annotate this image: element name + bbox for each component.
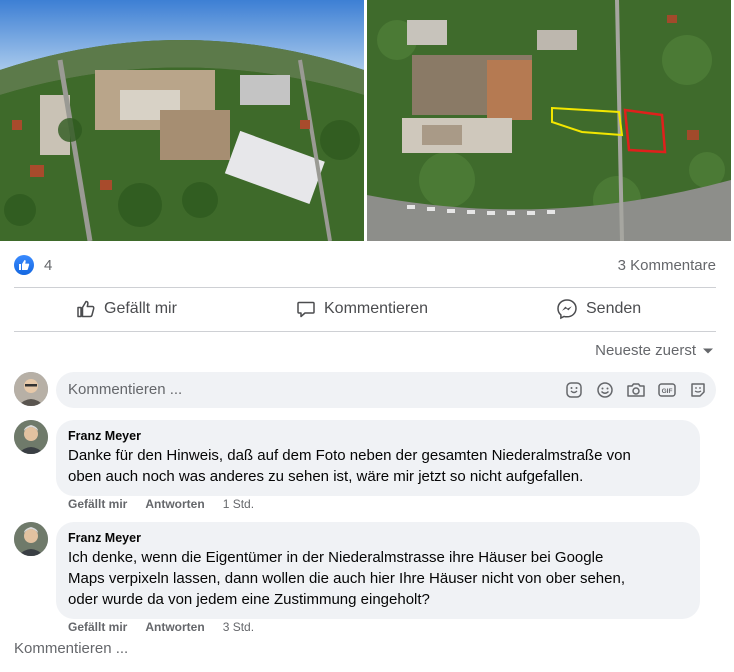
caret-down-icon <box>703 348 713 353</box>
divider <box>14 331 716 332</box>
comment-reply-link[interactable]: Antworten <box>145 497 204 511</box>
divider <box>14 287 716 288</box>
messenger-icon <box>557 299 577 320</box>
like-button[interactable]: Gefällt mir <box>76 293 177 325</box>
user-avatar-icon <box>14 420 48 454</box>
thumbs-up-icon <box>77 300 95 318</box>
comment-bubble: Franz Meyer Ich denke, wenn die Eigentüm… <box>56 522 700 619</box>
comment-meta: Gefällt mir Antworten 1 Std. <box>68 497 254 511</box>
avatar-sticker-icon[interactable] <box>686 378 710 402</box>
comment-sort-dropdown[interactable]: Neueste zuerst <box>595 342 714 359</box>
camera-icon[interactable] <box>624 378 648 402</box>
aerial-photo-panorama-image <box>0 0 364 241</box>
comment-bubble: Franz Meyer Danke für den Hinweis, daß a… <box>56 420 700 496</box>
comment-author-name[interactable]: Franz Meyer <box>68 530 688 546</box>
send-button[interactable]: Senden <box>556 293 641 325</box>
comment-text: Ich denke, wenn die Eigentümer in der Ni… <box>68 547 688 610</box>
comment-text-line: oben auch noch was anderes zu sehen ist,… <box>68 468 584 485</box>
user-avatar-icon <box>14 522 48 556</box>
comment-author-name[interactable]: Franz Meyer <box>68 428 688 444</box>
write-comment-link[interactable]: Kommentieren ... <box>14 640 128 657</box>
sticker-icon[interactable] <box>562 378 586 402</box>
comment-text: Danke für den Hinweis, daß auf dem Foto … <box>68 445 688 487</box>
comment-count[interactable]: 3 Kommentare <box>618 257 716 274</box>
post-photos <box>0 0 734 241</box>
svg-text:GIF: GIF <box>662 388 673 395</box>
comment-meta: Gefällt mir Antworten 3 Std. <box>68 620 254 634</box>
comment-text-line: Danke für den Hinweis, daß auf dem Foto … <box>68 447 631 464</box>
comment-text-line: oder wurde da von jedem eine Zustimmung … <box>68 591 430 608</box>
comment-input-placeholder: Kommentieren ... <box>68 381 183 398</box>
comment-text-line: Maps verpixeln lassen, dann wollen die a… <box>68 570 625 587</box>
emoji-icon[interactable] <box>593 378 617 402</box>
comment-composer: Kommentieren ... GIF <box>14 372 716 408</box>
comment-button[interactable]: Kommentieren <box>296 293 428 325</box>
user-avatar-icon <box>14 372 48 406</box>
current-user-avatar[interactable] <box>14 372 48 406</box>
composer-icons: GIF <box>562 378 710 402</box>
like-button-label: Gefällt mir <box>104 300 177 317</box>
comment-like-link[interactable]: Gefällt mir <box>68 620 127 634</box>
reaction-count[interactable]: 4 <box>44 257 52 274</box>
gif-icon[interactable]: GIF <box>655 378 679 402</box>
aerial-photo-panorama[interactable] <box>0 0 364 241</box>
like-reaction-icon[interactable] <box>14 255 34 275</box>
comment-text-line: Ich denke, wenn die Eigentümer in der Ni… <box>68 549 604 566</box>
send-button-label: Senden <box>586 300 642 317</box>
comment-timestamp[interactable]: 3 Std. <box>223 620 254 634</box>
comment-author-avatar[interactable] <box>14 420 48 454</box>
comment-input[interactable]: Kommentieren ... GIF <box>56 372 716 408</box>
action-bar: Gefällt mir Kommentieren Senden <box>14 293 716 325</box>
comment-bubble-icon <box>297 301 315 318</box>
reactions-row: 4 3 Kommentare <box>14 255 716 277</box>
sort-label: Neueste zuerst <box>595 342 696 359</box>
comment-like-link[interactable]: Gefällt mir <box>68 497 127 511</box>
comment-author-avatar[interactable] <box>14 522 48 556</box>
comment-button-label: Kommentieren <box>324 300 429 317</box>
aerial-photo-construction-site[interactable] <box>367 0 731 241</box>
aerial-photo-construction-site-image <box>367 0 731 241</box>
comment-reply-link[interactable]: Antworten <box>145 620 204 634</box>
comment-timestamp[interactable]: 1 Std. <box>223 497 254 511</box>
